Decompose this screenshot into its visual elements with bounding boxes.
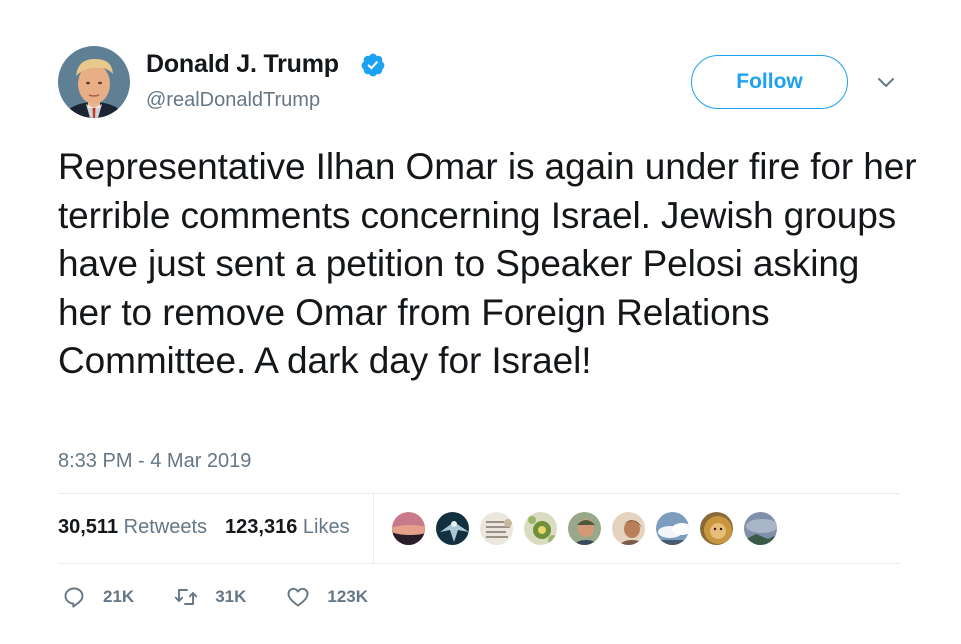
reply-button[interactable]: 21K [62,585,134,609]
retweet-button[interactable]: 31K [174,585,246,609]
tweet-timestamp[interactable]: 8:33 PM - 4 Mar 2019 [58,450,251,473]
reply-count: 21K [103,587,135,606]
liker-avatar-sky[interactable] [742,510,779,547]
liker-avatar-man[interactable] [566,510,603,547]
liker-avatar-person[interactable] [610,510,647,547]
retweets-label: Retweets [123,516,208,538]
verified-badge-icon [361,53,385,77]
liker-avatar-clouds[interactable] [654,510,691,547]
stats-separator [373,493,374,563]
likes-count: 123,316 [225,516,298,538]
liker-avatar-lion[interactable] [698,510,735,547]
like-count: 123K [327,587,369,606]
likes-stat[interactable]: 123,316 Likes [225,516,350,539]
divider [58,563,900,564]
chevron-down-icon[interactable] [874,70,898,94]
tweet-stats: 30,511 Retweets 123,316 Likes [58,516,350,539]
liker-avatar-eagle[interactable] [434,510,471,547]
retweets-count: 30,511 [58,516,119,538]
divider [58,493,900,494]
liker-avatar-document[interactable] [478,510,515,547]
reply-icon [64,587,84,608]
tweet-text: Representative Ilhan Omar is again under… [58,146,917,381]
likes-label: Likes [302,516,350,538]
retweet-icon [175,589,198,605]
follow-button[interactable]: Follow [691,55,848,109]
tweet-card: Donald J. Trump @realDonaldTrump Follow … [0,0,961,644]
user-handle[interactable]: @realDonaldTrump [146,89,320,112]
profile-avatar[interactable] [58,46,130,118]
liker-avatar-floral[interactable] [522,510,559,547]
like-button[interactable]: 123K [286,585,368,609]
display-name[interactable]: Donald J. Trump [146,50,339,79]
heart-icon [287,587,309,607]
retweet-count: 31K [215,587,247,606]
retweets-stat[interactable]: 30,511 Retweets [58,516,207,539]
profile-photo-icon [58,46,130,118]
liker-avatar-sunset[interactable] [390,510,427,547]
tweet-actions: 21K 31K 123K [62,585,408,609]
